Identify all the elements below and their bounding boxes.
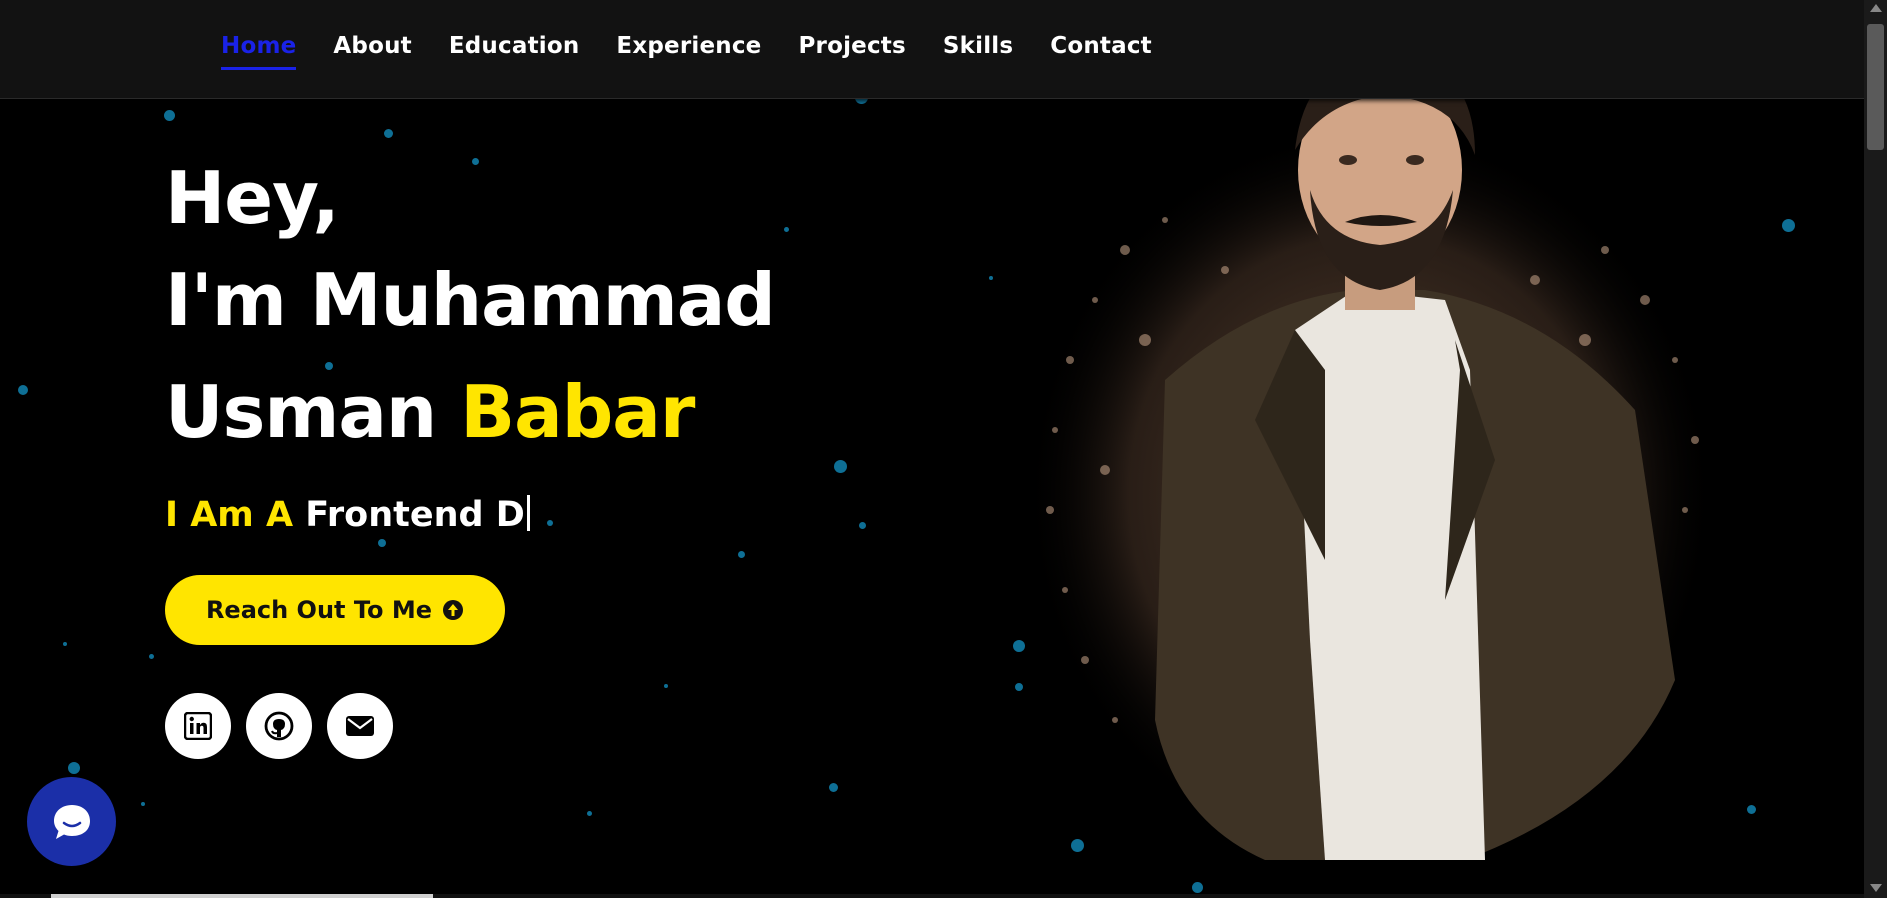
social-links (165, 693, 393, 759)
typing-caret (526, 495, 530, 531)
github-button[interactable] (246, 693, 312, 759)
hero-greeting: Hey, (165, 156, 340, 240)
reach-out-button[interactable]: Reach Out To Me (165, 575, 505, 645)
linkedin-button[interactable] (165, 693, 231, 759)
hero-name-accent: Babar (460, 370, 695, 454)
email-button[interactable] (327, 693, 393, 759)
vertical-scrollbar[interactable] (1864, 0, 1887, 898)
chat-widget-button[interactable] (27, 777, 116, 866)
scroll-up-arrow-icon[interactable] (1870, 4, 1882, 12)
page: Home About Education Experience Projects… (0, 0, 1887, 898)
scroll-down-arrow-icon[interactable] (1870, 884, 1882, 892)
navbar: Home About Education Experience Projects… (0, 0, 1864, 99)
scroll-thumb[interactable] (1867, 24, 1884, 150)
envelope-icon (346, 716, 374, 736)
reach-out-label: Reach Out To Me (205, 596, 433, 624)
horizontal-scrollbar[interactable] (0, 894, 1864, 898)
hero-name-first: Usman (165, 370, 437, 454)
hero-name-line-2: Usman Babar (165, 356, 775, 468)
profile-portrait (1025, 52, 1715, 865)
nav-item-skills[interactable]: Skills (943, 33, 1013, 70)
chat-bubble-icon (53, 804, 90, 839)
hero-name-line: I'm Muhammad (165, 258, 776, 342)
nav-item-experience[interactable]: Experience (616, 33, 761, 70)
hero-heading: Hey, I'm Muhammad Usman Babar (165, 152, 776, 468)
typed-prefix: I Am A (165, 495, 294, 535)
nav-item-contact[interactable]: Contact (1050, 33, 1152, 70)
nav-item-education[interactable]: Education (449, 33, 580, 70)
horizontal-scroll-thumb[interactable] (51, 894, 433, 898)
typed-text: Frontend D (305, 495, 525, 535)
arrow-up-circle-icon (442, 599, 464, 621)
nav-item-projects[interactable]: Projects (798, 33, 905, 70)
linkedin-icon (184, 712, 212, 740)
nav-item-home[interactable]: Home (221, 33, 297, 70)
typed-role: I Am A Frontend D (165, 495, 530, 535)
github-icon (264, 711, 294, 741)
nav-item-about[interactable]: About (333, 33, 411, 70)
nav-links: Home About Education Experience Projects… (221, 33, 1152, 70)
